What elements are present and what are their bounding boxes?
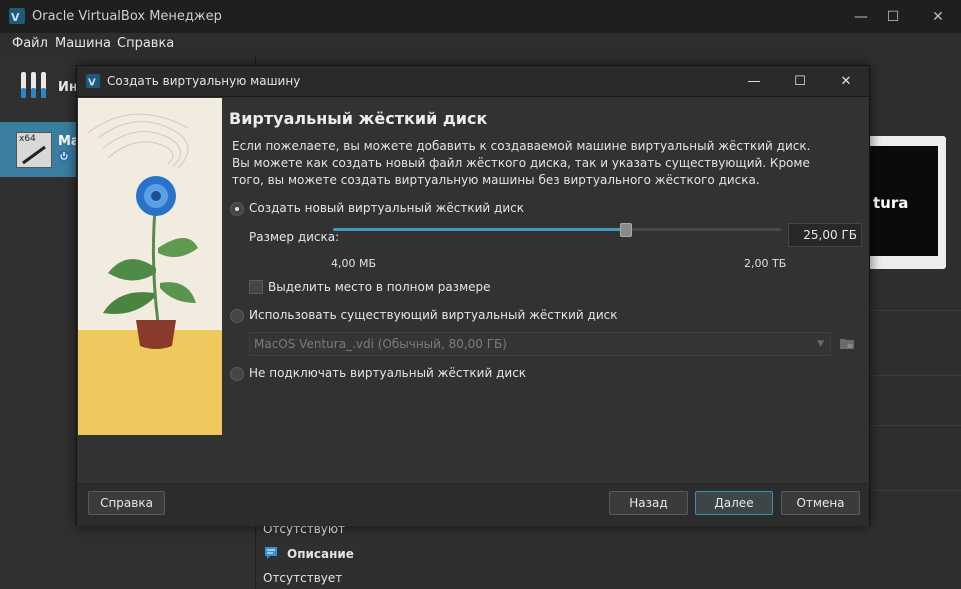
vm-preview-text: tura bbox=[873, 194, 909, 212]
main-maximize-button[interactable]: ☐ bbox=[870, 0, 916, 33]
dialog-title-bar: V Создать виртуальную машину — ☐ ✕ bbox=[77, 66, 869, 97]
slider-min-label: 4,00 МБ bbox=[331, 257, 377, 270]
wizard-illustration bbox=[78, 98, 222, 435]
description-header: Описание bbox=[287, 547, 354, 561]
existing-disk-value: MacOS Ventura_.vdi (Обычный, 80,00 ГБ) bbox=[254, 337, 507, 351]
disk-size-label: Размер диска: bbox=[249, 230, 340, 244]
description-absent-text: Отсутствует bbox=[263, 571, 343, 585]
main-window-title: Oracle VirtualBox Менеджер bbox=[32, 9, 222, 24]
existing-disk-select[interactable]: MacOS Ventura_.vdi (Обычный, 80,00 ГБ) ▼ bbox=[249, 332, 831, 356]
power-icon bbox=[58, 150, 70, 162]
radio-create-new[interactable] bbox=[230, 202, 244, 216]
next-button[interactable]: Далее bbox=[695, 491, 773, 515]
help-button[interactable]: Справка bbox=[88, 491, 165, 515]
vm-arch-badge: x64 bbox=[19, 134, 36, 144]
preallocate-label[interactable]: Выделить место в полном размере bbox=[268, 280, 491, 294]
option-no-disk-label[interactable]: Не подключать виртуальный жёсткий диск bbox=[249, 366, 526, 380]
dialog-minimize-button[interactable]: — bbox=[731, 66, 777, 96]
tools-label: Ин bbox=[58, 80, 78, 95]
disk-size-input[interactable]: 25,00 ГБ bbox=[788, 223, 862, 247]
svg-text:V: V bbox=[11, 11, 20, 24]
menu-file[interactable]: Файл bbox=[12, 36, 48, 51]
page-heading: Виртуальный жёсткий диск bbox=[229, 109, 488, 128]
virtualbox-logo-icon: V bbox=[9, 8, 25, 24]
cancel-button[interactable]: Отмена bbox=[781, 491, 860, 515]
main-title-bar: V Oracle VirtualBox Менеджер — ☐ ✕ bbox=[0, 0, 961, 33]
virtualbox-logo-icon: V bbox=[86, 74, 100, 89]
back-button[interactable]: Назад bbox=[609, 491, 688, 515]
menu-bar: Файл Машина Справка bbox=[0, 33, 961, 55]
radio-no-disk[interactable] bbox=[230, 367, 244, 381]
svg-text:V: V bbox=[88, 78, 96, 89]
main-close-button[interactable]: ✕ bbox=[915, 0, 961, 33]
option-create-new-label[interactable]: Создать новый виртуальный жёсткий диск bbox=[249, 201, 524, 215]
option-use-existing-label[interactable]: Использовать существующий виртуальный жё… bbox=[249, 308, 617, 322]
chevron-down-icon: ▼ bbox=[817, 339, 824, 349]
disk-size-slider-handle[interactable] bbox=[620, 223, 632, 237]
preallocate-checkbox[interactable] bbox=[249, 280, 263, 294]
create-vm-dialog: V Создать виртуальную машину — ☐ ✕ Вирту… bbox=[76, 65, 870, 526]
menu-help[interactable]: Справка bbox=[117, 36, 174, 51]
slider-max-label: 2,00 ТБ bbox=[744, 257, 787, 270]
menu-machine[interactable]: Машина bbox=[55, 36, 111, 51]
dialog-maximize-button[interactable]: ☐ bbox=[777, 66, 823, 96]
dialog-close-button[interactable]: ✕ bbox=[823, 66, 869, 96]
page-description: Если пожелаете, вы можете добавить к соз… bbox=[232, 139, 811, 187]
vm-os-icon: x64 bbox=[16, 132, 52, 168]
dialog-button-bar: Справка Назад Далее Отмена bbox=[77, 483, 869, 526]
folder-icon[interactable] bbox=[839, 335, 855, 351]
description-icon bbox=[265, 547, 277, 559]
radio-use-existing[interactable] bbox=[230, 309, 244, 323]
tools-icon bbox=[21, 72, 46, 98]
disk-size-slider-fill bbox=[333, 228, 626, 231]
dialog-title: Создать виртуальную машину bbox=[107, 74, 301, 88]
